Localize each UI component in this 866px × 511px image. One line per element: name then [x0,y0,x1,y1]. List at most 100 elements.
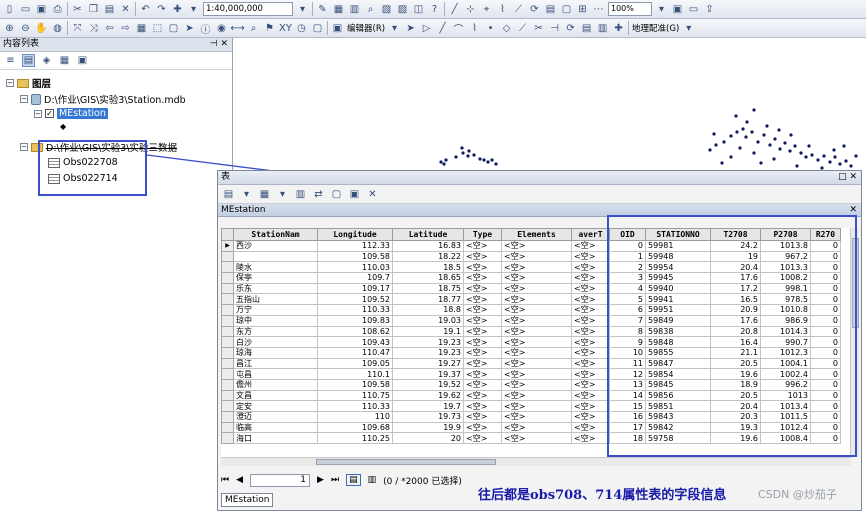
table-cell[interactable]: <空> [571,250,610,263]
table-cell[interactable]: <空> [463,411,502,423]
table-cell[interactable]: 112.33 [317,240,393,252]
table-cell[interactable]: <空> [463,261,502,274]
row-header[interactable] [221,389,234,402]
editor-toolbar-icon[interactable]: ▣ [331,22,344,35]
tree-node-layers[interactable]: − 图层 [6,76,51,90]
column-header[interactable]: StationNam [233,228,318,241]
table-cell[interactable]: 110.25 [317,432,393,445]
table-cell[interactable]: 19.52 [392,378,464,391]
row-header[interactable] [221,357,234,370]
column-header[interactable]: Longitude [317,228,393,241]
catalog-icon[interactable]: ▥ [348,3,361,16]
scale-dropdown-icon[interactable]: ▾ [296,3,309,16]
select-by-attributes-icon[interactable]: ▥ [294,188,307,201]
table-cell[interactable]: 110 [317,411,393,423]
table-cell[interactable]: 保亭 [233,272,318,284]
cut-polygons-icon[interactable]: ✂ [532,22,545,35]
column-header[interactable]: averT [571,228,610,241]
table-cell[interactable]: <空> [501,378,572,391]
pan-icon[interactable]: ✋ [35,22,48,35]
rotate-tool-icon[interactable]: ⟳ [564,22,577,35]
table-cell[interactable]: <空> [501,240,572,252]
table-cell[interactable]: <空> [463,314,502,327]
table-cell[interactable]: 临高 [233,421,318,434]
collapse-icon[interactable]: − [20,143,28,151]
zoom-dropdown-icon[interactable]: ▾ [655,3,668,16]
table-cell[interactable]: 澄迈 [233,411,318,423]
add-data-icon[interactable]: ✚ [171,3,184,16]
table-cell[interactable]: 109.58 [317,250,393,263]
redo-icon[interactable]: ↷ [155,3,168,16]
table-cell[interactable]: 定安 [233,400,318,412]
table-cell[interactable]: <空> [463,325,502,338]
help-icon[interactable]: ? [428,3,441,16]
trace-tool-icon[interactable]: ⌇ [468,22,481,35]
table-cell[interactable]: <空> [501,272,572,284]
table-cell[interactable]: <空> [501,261,572,274]
trace-icon[interactable]: ⋯ [592,3,605,16]
table-cell[interactable]: <空> [463,346,502,359]
paste-icon[interactable]: ▤ [103,3,116,16]
table-cell[interactable]: <空> [571,304,610,316]
row-header[interactable] [221,432,234,445]
table-cell[interactable]: <空> [501,282,572,295]
python-icon[interactable]: ▨ [396,3,409,16]
row-header[interactable] [221,293,234,306]
list-by-selection-icon[interactable]: ▦ [58,54,71,67]
table-cell[interactable]: 文昌 [233,389,318,402]
table-cell[interactable]: 西沙 [233,240,318,252]
clear-selection-icon[interactable]: ▢ [167,22,180,35]
row-header[interactable] [221,421,234,434]
table-cell[interactable]: 万宁 [233,304,318,316]
collapse-icon[interactable]: − [34,109,42,118]
table-cell[interactable]: 110.33 [317,400,393,412]
dropdown-icon[interactable]: ▾ [187,3,200,16]
layer-name[interactable]: MEstation [57,108,108,119]
print-preview-icon[interactable]: ▭ [687,3,700,16]
current-record-input[interactable]: 1 [250,473,311,487]
table-cell[interactable]: 19.73 [392,411,464,423]
horizontal-scrollbar[interactable] [221,457,851,466]
column-header[interactable]: Elements [501,228,572,241]
row-header[interactable] [221,411,234,423]
table-cell[interactable]: <空> [463,240,502,252]
reshape-tool-icon[interactable]: ⟋ [516,22,529,35]
last-record-icon[interactable]: ⏭ [331,475,339,485]
undo-icon[interactable]: ↶ [139,3,152,16]
bookmark-icon[interactable]: ▦ [135,22,148,35]
table-cell[interactable]: <空> [501,304,572,316]
table-cell[interactable]: <空> [463,282,502,295]
table-cell[interactable]: <空> [463,336,502,348]
reshape-icon[interactable]: ⌇ [496,3,509,16]
editor-dropdown-icon[interactable]: ▾ [388,22,401,35]
create-features-icon[interactable]: ✚ [612,22,625,35]
table-cell[interactable]: <空> [571,421,610,434]
zoom-to-selected-icon[interactable]: ▣ [348,188,361,201]
table-cell[interactable]: 海口 [233,432,318,445]
table-cell[interactable]: <空> [571,336,610,348]
table-cell[interactable]: 琼中 [233,314,318,327]
row-header[interactable] [221,261,234,274]
maximize-icon[interactable]: □ [838,172,847,182]
table-cell[interactable]: 109.58 [317,378,393,391]
table-cell[interactable]: 110.1 [317,368,393,380]
table-cell[interactable]: 19.37 [392,368,464,380]
table-cell[interactable]: 109.68 [317,421,393,434]
table-cell[interactable]: <空> [571,346,610,359]
modelbuilder-icon[interactable]: ◫ [412,3,425,16]
collapse-icon[interactable]: − [20,95,28,103]
edit-annotation-icon[interactable]: ▷ [420,22,433,35]
layer-visibility-checkbox[interactable]: ✓ [45,109,54,118]
next-record-icon[interactable]: ▶ [317,475,324,485]
search-window-icon[interactable]: ⌕ [364,3,377,16]
current-row-marker-icon[interactable]: ▶ [221,240,234,252]
table-cell[interactable]: 18.77 [392,293,464,306]
snap-icon[interactable]: ⌖ [480,3,493,16]
options-icon[interactable]: ▣ [76,54,89,67]
table-cell[interactable]: 儋州 [233,378,318,391]
topology-icon[interactable]: ⊞ [576,3,589,16]
print-icon[interactable]: ⎙ [51,3,64,16]
table-cell[interactable]: <空> [463,250,502,263]
table-cell[interactable]: <空> [463,421,502,434]
edit-vertices-icon[interactable]: ◇ [500,22,513,35]
